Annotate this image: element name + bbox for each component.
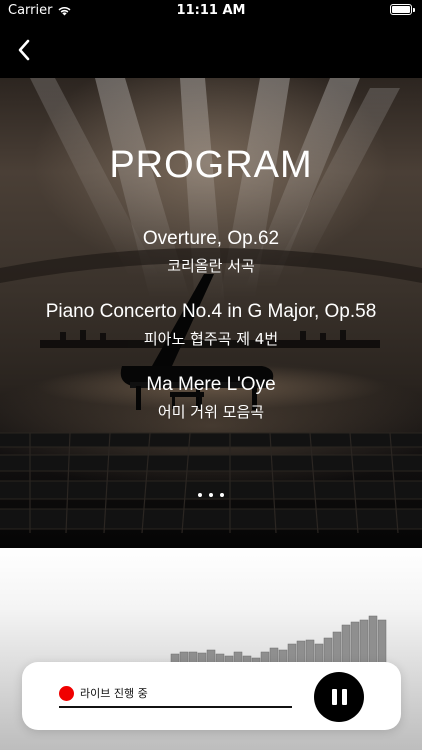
program-piece: Overture, Op.62 코리올란 서곡 bbox=[0, 228, 422, 276]
program-hero: PROGRAM Overture, Op.62 코리올란 서곡 Piano Co… bbox=[0, 78, 422, 548]
status-time: 11:11 AM bbox=[176, 3, 246, 18]
piece-title-ko: 피아노 협주곡 제 4번 bbox=[143, 330, 279, 348]
piece-title-ko: 코리올란 서곡 bbox=[167, 257, 255, 275]
live-indicator-dot bbox=[59, 686, 74, 701]
program-title: PROGRAM bbox=[109, 144, 313, 186]
screen: Carrier 11:11 AM PROGRAM Overture, Op.62… bbox=[0, 0, 422, 750]
back-button[interactable] bbox=[12, 36, 36, 64]
piece-title-ko: 어미 거위 모음곡 bbox=[157, 403, 265, 421]
chevron-left-icon bbox=[18, 39, 30, 61]
piece-title-en: Overture, Op.62 bbox=[142, 228, 280, 249]
more-horizontal-icon[interactable] bbox=[198, 490, 224, 500]
pause-icon bbox=[331, 689, 337, 705]
battery-icon bbox=[390, 4, 415, 15]
program-piece: Piano Concerto No.4 in G Major, Op.58 피아… bbox=[0, 301, 422, 349]
piece-title-en: Piano Concerto No.4 in G Major, Op.58 bbox=[45, 301, 377, 322]
playback-progress-line[interactable] bbox=[59, 706, 292, 708]
audience-seats bbox=[0, 432, 422, 534]
pause-button[interactable] bbox=[314, 672, 364, 722]
live-status-label: 라이브 진행 중 bbox=[80, 687, 148, 700]
live-player-card: 라이브 진행 중 bbox=[22, 662, 401, 730]
pause-icon-bar bbox=[341, 689, 347, 705]
piece-title-en: Ma Mere L'Oye bbox=[146, 374, 276, 395]
program-piece: Ma Mere L'Oye 어미 거위 모음곡 bbox=[0, 374, 422, 422]
status-bar: Carrier 11:11 AM bbox=[0, 0, 422, 22]
